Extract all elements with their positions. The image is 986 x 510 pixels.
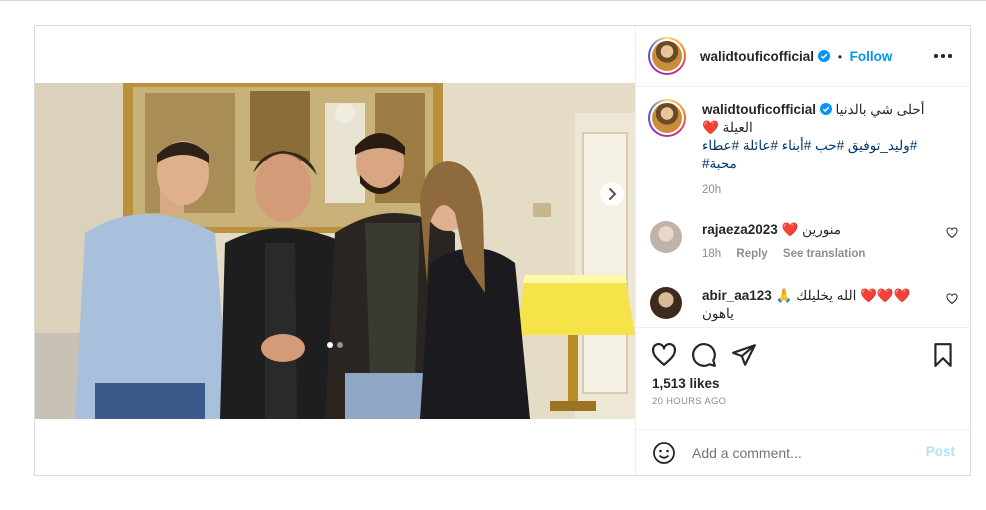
- comment-icon[interactable]: [691, 342, 717, 368]
- caption-time[interactable]: 20h: [702, 181, 962, 199]
- like-comment-icon[interactable]: [946, 227, 958, 239]
- caption-username[interactable]: walidtouficofficial: [702, 102, 816, 117]
- caption-hashtags[interactable]: #وليد_توفيق #حب #أبناء #عائلة #عطاء: [702, 137, 962, 155]
- caption-text-line2: العيلة: [722, 120, 753, 135]
- top-border: [0, 0, 986, 1]
- post-header: walidtouficofficial • Follow: [636, 26, 971, 87]
- like-comment-icon[interactable]: [946, 293, 958, 305]
- save-icon[interactable]: [930, 342, 956, 368]
- commenter-avatar[interactable]: [650, 287, 682, 319]
- family-photo-illustration: [35, 83, 635, 419]
- comment-text: منورين: [802, 222, 842, 237]
- comment-time[interactable]: 18h: [702, 248, 721, 260]
- post-dialog: walidtouficofficial • Follow walidtoufic…: [34, 25, 971, 476]
- verified-badge-icon: [818, 50, 831, 62]
- carousel-dot-active: [327, 342, 333, 348]
- comment-input[interactable]: [692, 443, 912, 463]
- see-translation-button[interactable]: See translation: [783, 248, 865, 260]
- chevron-right-icon: [609, 188, 617, 200]
- author-avatar[interactable]: [648, 37, 686, 75]
- post-comment-button[interactable]: Post: [926, 444, 955, 459]
- like-icon[interactable]: [651, 342, 677, 368]
- comment-username[interactable]: abir_aa123: [702, 288, 772, 303]
- comment-pray-emoji: 🙏: [775, 288, 793, 303]
- post-media: [35, 26, 635, 475]
- emoji-icon[interactable]: [652, 441, 676, 465]
- comment-item: abir_aa123 🙏 الله يخليلك ❤️❤️❤️ ياهون: [648, 287, 960, 331]
- author-username[interactable]: walidtouficofficial: [700, 49, 814, 64]
- likes-count[interactable]: 1,513 likes: [652, 376, 720, 391]
- post-side-panel: walidtouficofficial • Follow walidtoufic…: [635, 26, 971, 475]
- comment-text-2: ياهون: [702, 306, 734, 321]
- carousel-dot: [337, 342, 343, 348]
- follow-button[interactable]: Follow: [850, 49, 893, 64]
- verified-badge-icon: [819, 103, 832, 115]
- comment-text: الله يخليلك: [796, 288, 857, 303]
- post-timestamp[interactable]: 20 HOURS AGO: [652, 396, 726, 407]
- more-options-icon[interactable]: [933, 48, 953, 64]
- header-separator: •: [837, 50, 843, 64]
- comment-item: rajaeza2023 ❤️ منورين 18h Reply See tran…: [648, 221, 960, 265]
- commenter-avatar[interactable]: [650, 221, 682, 253]
- caption-hashtags-2[interactable]: #محبة: [702, 155, 962, 173]
- post-photo[interactable]: [35, 83, 635, 419]
- add-comment-bar: Post: [636, 429, 971, 475]
- caption-author-avatar[interactable]: [648, 99, 686, 137]
- share-icon[interactable]: [731, 342, 757, 368]
- comment-username[interactable]: rajaeza2023: [702, 222, 778, 237]
- reply-button[interactable]: Reply: [736, 248, 767, 260]
- comment-hearts: ❤️❤️❤️: [860, 288, 911, 303]
- caption-heart: ❤️: [702, 120, 719, 135]
- post-actions: 1,513 likes 20 HOURS AGO: [636, 327, 971, 429]
- comment-hearts: ❤️: [781, 222, 799, 237]
- next-slide-button[interactable]: [600, 182, 624, 206]
- caption-text-line1: أحلى شي بالدنيا: [835, 102, 925, 117]
